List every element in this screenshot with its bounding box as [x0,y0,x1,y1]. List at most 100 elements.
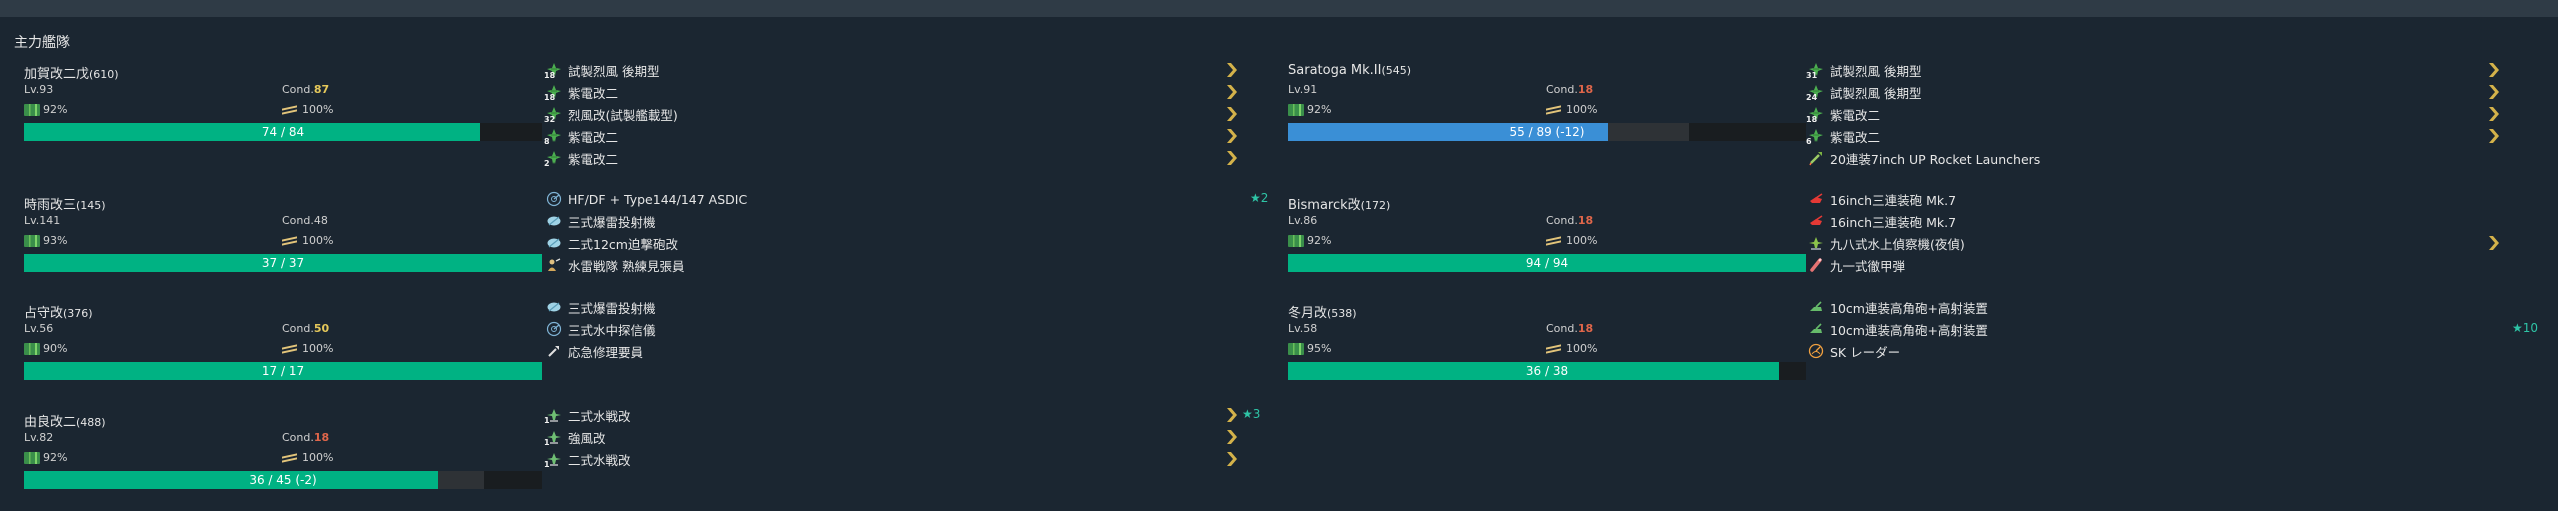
fuel-value: 95% [1307,342,1332,355]
ammo-status: 100% [1546,342,1597,355]
equipment-list: 10cm連装高角砲+高射装置 10cm連装高角砲+高射装置 ★10 SK レーダー [1808,296,2538,362]
ship-card[interactable]: 加賀改二戊(610) Lv.93 Cond.87 92% 100% 74 / 84 [24,63,554,163]
level-value: 141 [39,214,61,227]
equipment-slot[interactable]: 18 紫電改二 [1806,103,2528,125]
equipment-slot[interactable]: 18 試製烈風 後期型 [544,59,1266,81]
proficiency-chevron-icon [1226,128,1238,144]
slot-count: 8 [544,137,550,146]
cond-label: Cond. [282,431,314,444]
fuel-value: 93% [43,234,68,247]
ship-condition: Cond.18 [1546,83,1593,96]
equipment-slot[interactable]: 16inch三連装砲 Mk.7 [1808,210,2528,232]
equipment-list: 三式爆雷投射機三式水中探信儀応急修理要員 [546,296,1266,362]
equipment-slot[interactable]: 1 二式水戦改 [544,448,1266,470]
fuel-icon [24,103,40,116]
ship-level: Lv.91 [1288,83,1317,96]
hp-bar: 94 / 94 [1288,254,1806,272]
fighter-icon: 24 [1806,84,1824,102]
slot-count: 1 [544,460,550,469]
cond-label: Cond. [282,322,314,335]
equipment-slot[interactable]: 2 紫電改二 [544,147,1266,169]
equipment-slot[interactable]: 32 烈風改(試製艦載型) [544,103,1266,125]
ship-card[interactable]: Bismarck改(172) Lv.86 Cond.18 92% 100% 94 / 94 [1288,194,1818,294]
equipment-slot[interactable]: 九一式徹甲弾 [1808,254,2528,276]
equipment-slot[interactable]: 応急修理要員 [546,340,1266,362]
proficiency-chevron-icon [2488,84,2500,100]
ship-card[interactable]: 冬月改(538) Lv.58 Cond.18 95% 100% 36 / 38 [1288,302,1818,402]
equipment-name: 三式水中探信儀 [568,322,656,338]
seaplane-fighter-icon: 1 [544,429,562,447]
equipment-slot[interactable]: 6 紫電改二 [1806,125,2528,147]
equipment-slot[interactable]: 8 紫電改二 [544,125,1266,147]
top-bar [0,0,2558,17]
equipment-slot[interactable]: 10cm連装高角砲+高射装置 ★10 [1808,318,2538,340]
fuel-status: 90% [24,342,67,355]
fighter-icon: 18 [544,62,562,80]
fighter-icon: 6 [1806,128,1824,146]
level-label: Lv. [24,431,40,444]
ship-level: Lv.93 [24,83,53,96]
slot-count: 18 [544,71,556,80]
ammo-icon [282,236,298,246]
equipment-slot[interactable]: 三式爆雷投射機 [546,210,1266,232]
level-value: 58 [1303,322,1318,335]
equipment-name: 10cm連装高角砲+高射装置 [1830,300,1988,316]
improvement-level: ★10 [2512,321,2539,335]
ammo-status: 100% [1546,103,1597,116]
equipment-slot[interactable]: 16inch三連装砲 Mk.7 [1808,188,2528,210]
equipment-name: 16inch三連装砲 Mk.7 [1830,192,1957,208]
equipment-slot[interactable]: 水雷戦隊 熟練見張員 [546,254,1266,276]
equipment-slot[interactable]: 24 試製烈風 後期型 [1806,81,2528,103]
equipment-name: 九一式徹甲弾 [1830,258,1906,274]
improvement-level: ★2 [1250,191,1269,205]
equipment-slot[interactable]: 九八式水上偵察機(夜偵) [1808,232,2528,254]
fuel-status: 93% [24,234,67,247]
slot-count: 1 [544,416,550,425]
ship-card[interactable]: 由良改二(488) Lv.82 Cond.18 92% 100% 36 / 45 (-2) [24,411,554,511]
ship-card[interactable]: Saratoga Mk.II(545) Lv.91 Cond.18 92% 100% 55… [1288,63,1818,163]
ship-condition: Cond.18 [1546,322,1593,335]
proficiency-chevron-icon [1226,106,1238,122]
equipment-slot[interactable]: 1 二式水戦改 ★3 [544,404,1266,426]
equipment-slot[interactable]: SK レーダー [1808,340,2528,362]
equipment-name: 試製烈風 後期型 [1830,63,1922,79]
equipment-slot[interactable]: 18 紫電改二 [544,81,1266,103]
cond-value: 48 [313,214,328,227]
ship-card[interactable]: 時雨改三(145) Lv.141 Cond.48 93% 100% 37 / 37 [24,194,554,294]
equipment-slot[interactable]: 31 試製烈風 後期型 [1806,59,2528,81]
ammo-icon [282,344,298,354]
equipment-name: 紫電改二 [1830,129,1881,145]
equipment-name: 紫電改二 [568,129,619,145]
fuel-value: 92% [1307,234,1332,247]
ship-id: (376) [63,307,93,320]
equipment-slot[interactable]: HF/DF + Type144/147 ASDIC ★2 [546,188,1269,210]
equipment-slot[interactable]: 二式12cm迫撃砲改 [546,232,1266,254]
ammo-status: 100% [1546,234,1597,247]
ship-card[interactable]: 占守改(376) Lv.56 Cond.50 90% 100% 17 / 17 [24,302,554,402]
equipment-slot[interactable]: 20連装7inch UP Rocket Launchers [1808,147,2528,169]
equipment-slot[interactable]: 10cm連装高角砲+高射装置 [1808,296,2528,318]
equipment-name: 20連装7inch UP Rocket Launchers [1830,151,2041,167]
equipment-slot[interactable]: 三式爆雷投射機 [546,296,1266,318]
improvement-level: ★3 [1242,407,1261,421]
proficiency-chevron-icon [1226,150,1238,166]
equipment-slot[interactable]: 三式水中探信儀 [546,318,1266,340]
ship-name: Saratoga Mk.II(545) [1288,63,1411,78]
ammo-value: 100% [1566,342,1598,355]
repair-icon [546,343,562,359]
fuel-status: 92% [1288,234,1331,247]
ammo-icon [1546,105,1562,115]
cond-label: Cond. [1546,214,1578,227]
equipment-name: 強風改 [568,430,606,446]
cond-value: 87 [313,83,330,96]
fighter-icon: 18 [1806,106,1824,124]
ammo-status: 100% [282,342,333,355]
equipment-slot[interactable]: 1 強風改 [544,426,1266,448]
level-value: 86 [1303,214,1318,227]
ammo-value: 100% [1566,234,1598,247]
hp-bar: 36 / 38 [1288,362,1806,380]
seaplane-fighter-icon: 1 [544,407,562,425]
ship-name: Bismarck改(172) [1288,194,1390,213]
cond-value: 18 [1577,83,1594,96]
fuel-icon [24,451,40,464]
